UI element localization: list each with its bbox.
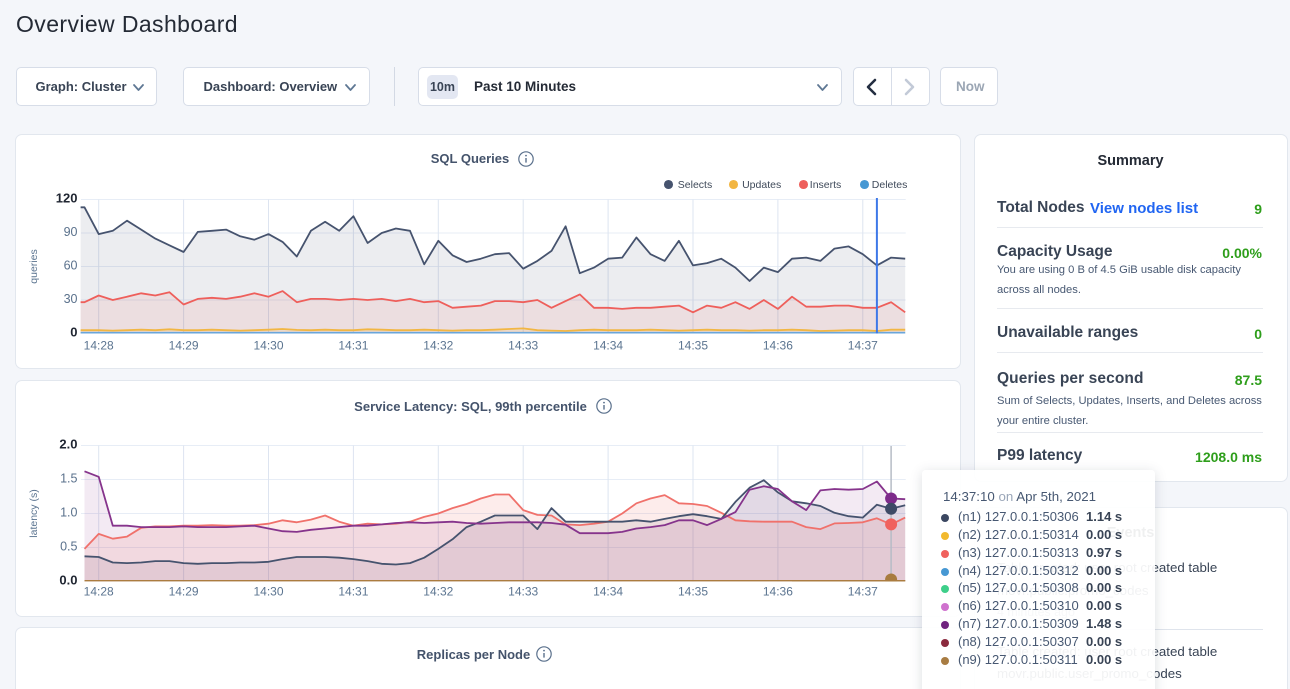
svg-text:90: 90 <box>64 225 78 239</box>
svg-text:14:28: 14:28 <box>84 585 114 599</box>
svg-text:120: 120 <box>56 190 78 205</box>
svg-text:0: 0 <box>70 324 77 339</box>
svg-text:2.0: 2.0 <box>59 437 77 452</box>
svg-text:14:28: 14:28 <box>84 338 114 352</box>
svg-text:14:37: 14:37 <box>848 338 878 352</box>
svg-text:14:33: 14:33 <box>508 338 538 352</box>
svg-text:14:35: 14:35 <box>678 585 708 599</box>
svg-text:14:34: 14:34 <box>593 585 623 599</box>
svg-text:14:31: 14:31 <box>338 585 368 599</box>
svg-text:14:29: 14:29 <box>169 585 199 599</box>
svg-text:1.0: 1.0 <box>60 506 77 520</box>
svg-text:14:29: 14:29 <box>169 338 199 352</box>
svg-text:14:36: 14:36 <box>763 338 793 352</box>
svg-text:queries: queries <box>28 249 40 283</box>
svg-text:14:32: 14:32 <box>423 338 453 352</box>
svg-text:14:36: 14:36 <box>763 585 793 599</box>
svg-text:60: 60 <box>64 258 78 272</box>
svg-text:latency (s): latency (s) <box>28 489 40 537</box>
svg-text:30: 30 <box>64 292 78 306</box>
svg-text:14:33: 14:33 <box>508 585 538 599</box>
svg-text:0.0: 0.0 <box>59 573 77 588</box>
svg-text:14:30: 14:30 <box>253 338 283 352</box>
svg-text:0.5: 0.5 <box>60 540 77 554</box>
svg-text:14:31: 14:31 <box>338 338 368 352</box>
svg-text:14:32: 14:32 <box>423 585 453 599</box>
svg-text:1.5: 1.5 <box>60 472 77 486</box>
svg-text:14:35: 14:35 <box>678 338 708 352</box>
svg-text:14:37: 14:37 <box>848 585 878 599</box>
svg-text:14:30: 14:30 <box>253 585 283 599</box>
svg-text:14:34: 14:34 <box>593 338 623 352</box>
